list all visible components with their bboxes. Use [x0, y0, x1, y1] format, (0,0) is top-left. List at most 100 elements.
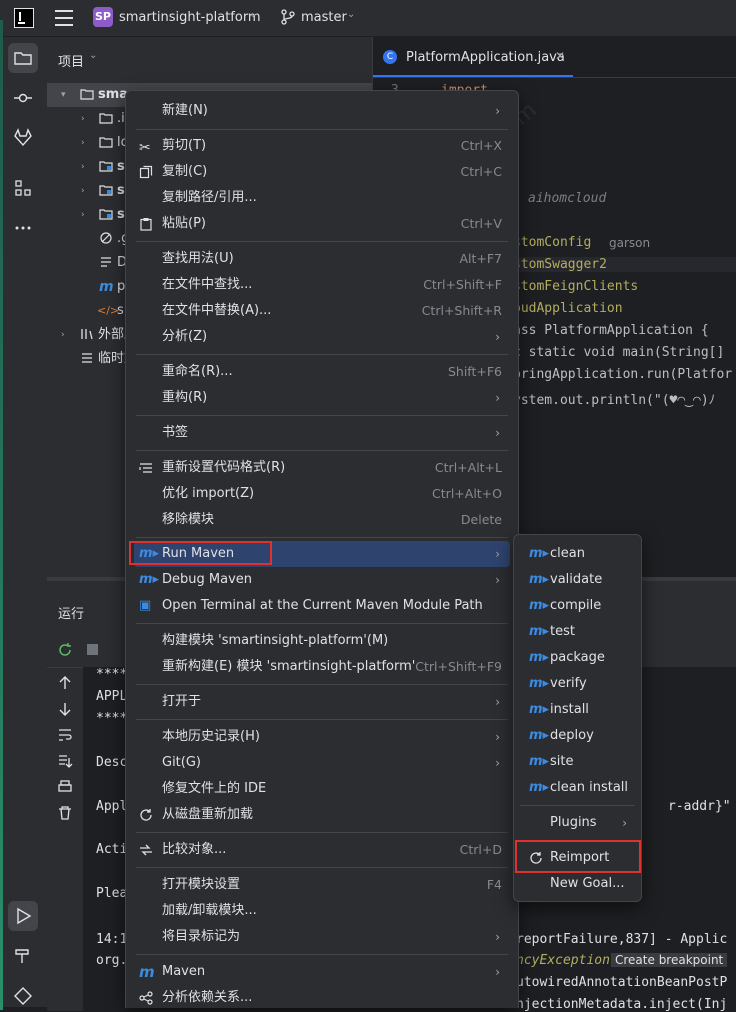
code-line[interactable]: stomSwagger2	[513, 257, 736, 272]
menu-item-local-history[interactable]: 本地历史记录(H) ›	[134, 724, 510, 750]
menu-item-find-in-files[interactable]: 在文件中查找... Ctrl+Shift+F	[134, 272, 510, 298]
console-line: Desc	[96, 755, 128, 770]
menu-item-new[interactable]: 新建(N) ›	[134, 98, 510, 124]
menu-item-optimize-imports[interactable]: 优化 import(Z) Ctrl+Alt+O	[134, 481, 510, 507]
structure-tool-button[interactable]	[8, 173, 38, 203]
menu-item-mark-directory[interactable]: 将目录标记为 ›	[134, 924, 510, 950]
project-tool-button[interactable]	[8, 43, 38, 73]
module-folder-icon	[80, 89, 94, 100]
gitignore-icon	[100, 232, 112, 244]
menu-item-replace-in-files[interactable]: 在文件中替换(A)... Ctrl+Shift+R	[134, 298, 510, 324]
git-icon	[14, 987, 32, 1005]
project-panel-title[interactable]: 项目	[58, 51, 84, 70]
git-branch-icon[interactable]	[280, 9, 296, 25]
maven-file-icon: m	[99, 279, 114, 295]
menu-item-paste[interactable]: 粘贴(P) Ctrl+V	[134, 211, 510, 237]
run-tab[interactable]: 运行	[58, 603, 84, 622]
maven-goal-compile[interactable]: m▸ compile	[520, 593, 635, 619]
gitlab-tool-button[interactable]	[8, 123, 38, 153]
menu-item-refactor[interactable]: 重构(R) ›	[134, 385, 510, 411]
code-line[interactable]: aihomcloud	[528, 191, 606, 206]
menu-item-load-unload-modules[interactable]: 加载/卸载模块...	[134, 898, 510, 924]
branch-selector[interactable]: master	[301, 10, 347, 25]
more-tools-button[interactable]	[8, 213, 38, 243]
menu-item-remove-module[interactable]: 移除模块 Delete	[134, 507, 510, 533]
console-line: ncyException	[516, 953, 610, 968]
trash-icon[interactable]	[57, 805, 73, 821]
menu-item-debug-maven[interactable]: m▸ Debug Maven ›	[134, 567, 510, 593]
gitlab-icon	[14, 128, 32, 147]
menu-separator	[136, 537, 508, 538]
menu-item-compare-with[interactable]: 比较对象... Ctrl+D	[134, 837, 510, 863]
project-selector[interactable]: smartinsight-platform	[119, 10, 261, 25]
menu-item-copy[interactable]: 复制(C) Ctrl+C	[134, 159, 510, 185]
menu-separator	[136, 719, 508, 720]
code-line[interactable]: ystem.out.println("(♥◠‿◠)ﾉ	[513, 389, 715, 408]
scroll-to-end-icon[interactable]	[57, 753, 73, 769]
menu-item-bookmarks[interactable]: 书签 ›	[134, 420, 510, 446]
stop-icon[interactable]	[87, 644, 98, 655]
menu-separator	[136, 241, 508, 242]
menu-item-reload-from-disk[interactable]: 从磁盘重新加载	[134, 802, 510, 828]
commit-tool-button[interactable]	[8, 83, 38, 113]
hammer-icon	[15, 949, 29, 963]
intellij-logo-icon[interactable]	[14, 8, 34, 28]
menu-item-cut[interactable]: ✂ 剪切(T) Ctrl+X	[134, 133, 510, 159]
maven-run-icon: m▸	[529, 754, 550, 769]
maven-goal-install[interactable]: m▸ install	[520, 697, 635, 723]
project-badge[interactable]: SP	[93, 7, 113, 27]
maven-plugins[interactable]: Plugins ›	[520, 810, 635, 836]
code-line[interactable]: ass PlatformApplication {	[513, 323, 709, 338]
module-folder-icon	[99, 161, 113, 172]
console-line: Plea	[96, 886, 128, 901]
maven-goal-package[interactable]: m▸ package	[520, 645, 635, 671]
chevron-down-icon[interactable]: ⌄	[249, 9, 257, 20]
close-icon[interactable]: ✕	[555, 49, 565, 63]
rerun-icon[interactable]	[57, 642, 73, 658]
text-file-icon	[101, 257, 111, 267]
menu-item-copy-path[interactable]: 复制路径/引用...	[134, 185, 510, 211]
menu-item-build-module[interactable]: 构建模块 'smartinsight-platform'(M)	[134, 628, 510, 654]
code-line[interactable]: stomFeignClients	[513, 279, 638, 294]
maven-goal-site[interactable]: m▸ site	[520, 749, 635, 775]
chevron-down-icon[interactable]: ⌄	[347, 9, 355, 20]
build-tool-button[interactable]	[8, 941, 38, 971]
menu-item-rebuild-module[interactable]: 重新构建(E) 模块 'smartinsight-platform' Ctrl+S…	[134, 654, 510, 680]
menu-item-open-terminal[interactable]: ▣ Open Terminal at the Current Maven Modu…	[134, 593, 510, 619]
arrow-down-icon[interactable]	[57, 701, 73, 717]
maven-goal-validate[interactable]: m▸ validate	[520, 567, 635, 593]
main-menu-icon[interactable]	[55, 10, 73, 26]
menu-item-analyze-dependencies[interactable]: 分析依赖关系...	[134, 985, 510, 1011]
menu-item-analyze[interactable]: 分析(Z) ›	[134, 324, 510, 350]
arrow-up-icon[interactable]	[57, 675, 73, 691]
menu-item-repair-ide[interactable]: 修复文件上的 IDE	[134, 776, 510, 802]
maven-goal-deploy[interactable]: m▸ deploy	[520, 723, 635, 749]
code-line[interactable]: c static void main(String[]	[513, 345, 724, 360]
maven-goal-verify[interactable]: m▸ verify	[520, 671, 635, 697]
menu-separator	[136, 684, 508, 685]
menu-item-git[interactable]: Git(G) ›	[134, 750, 510, 776]
run-tool-button[interactable]	[8, 901, 38, 931]
print-icon[interactable]	[57, 779, 73, 795]
menu-item-find-usages[interactable]: 查找用法(U) Alt+F7	[134, 246, 510, 272]
menu-item-rename[interactable]: 重命名(R)... Shift+F6	[134, 359, 510, 385]
console-line: Acti	[96, 842, 128, 857]
code-line[interactable]: stomConfig	[513, 235, 591, 250]
menu-item-reformat[interactable]: 重新设置代码格式(R) Ctrl+Alt+L	[134, 455, 510, 481]
maven-goal-clean-install[interactable]: m▸ clean install	[520, 775, 635, 801]
copy-icon	[139, 165, 153, 179]
menu-item-maven[interactable]: m Maven ›	[134, 959, 510, 985]
menu-item-module-settings[interactable]: 打开模块设置 F4	[134, 872, 510, 898]
editor-tab[interactable]: C PlatformApplication.java ✕	[373, 37, 573, 77]
maven-run-icon: m▸	[529, 728, 550, 743]
soft-wrap-icon[interactable]	[57, 727, 73, 743]
code-line[interactable]: oudApplication	[513, 301, 623, 316]
maven-goal-clean[interactable]: m▸ clean	[520, 541, 635, 567]
chevron-down-icon[interactable]: ⌄	[89, 50, 97, 61]
create-breakpoint-link[interactable]: Create breakpoint	[611, 953, 728, 967]
code-line[interactable]: pringApplication.run(Platfor	[513, 367, 732, 382]
maven-terminal-icon: ▣	[139, 598, 152, 613]
maven-new-goal[interactable]: New Goal...	[520, 871, 635, 897]
menu-item-open-in[interactable]: 打开于 ›	[134, 689, 510, 715]
maven-goal-test[interactable]: m▸ test	[520, 619, 635, 645]
